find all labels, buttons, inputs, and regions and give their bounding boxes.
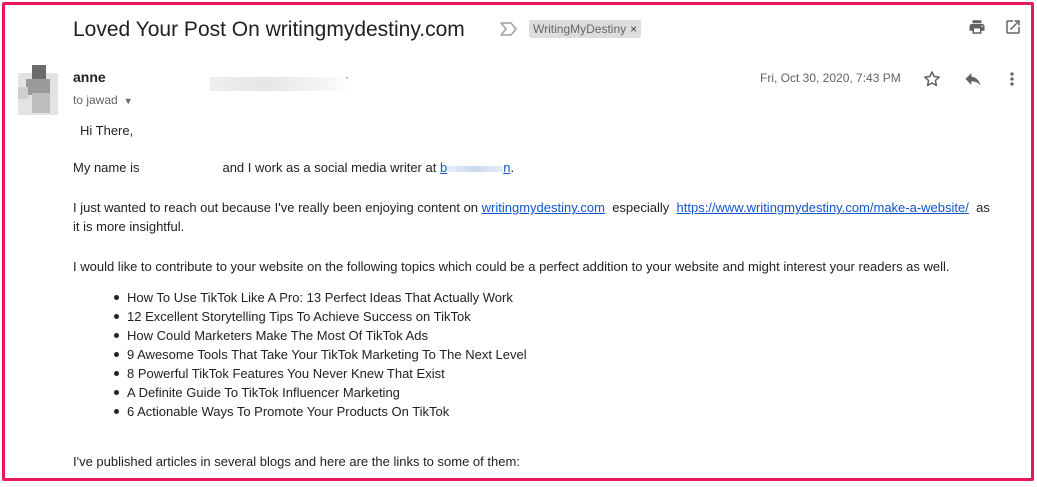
recipient-line[interactable]: to jawad ▼ — [73, 93, 133, 107]
reach-text-1: I just wanted to reach out because I've … — [73, 200, 479, 215]
importance-marker-icon[interactable] — [500, 22, 518, 41]
email-frame: Loved Your Post On writingmydestiny.com … — [2, 2, 1034, 481]
avatar[interactable] — [18, 65, 58, 115]
published-paragraph: I've published articles in several blogs… — [73, 454, 520, 469]
print-icon[interactable] — [968, 18, 986, 41]
more-vert-icon[interactable] — [1004, 69, 1020, 94]
reach-text-3: as — [976, 200, 990, 215]
chevron-down-icon[interactable]: ▼ — [124, 96, 133, 106]
company-redacted — [447, 166, 504, 172]
intro-text-1: My name is — [73, 160, 140, 175]
greeting: Hi There, — [80, 123, 134, 138]
list-item: How To Use TikTok Like A Pro: 13 Perfect… — [109, 288, 527, 307]
intro-line: My name is and I work as a social media w… — [73, 160, 514, 175]
star-outline-icon[interactable] — [922, 69, 942, 94]
reply-icon[interactable] — [963, 69, 983, 94]
list-item: 12 Excellent Storytelling Tips To Achiev… — [109, 307, 527, 326]
sender-name[interactable]: anne — [73, 69, 106, 85]
contribute-paragraph: I would like to contribute to your websi… — [73, 259, 950, 274]
open-in-new-icon[interactable] — [1004, 18, 1022, 41]
topics-list: How To Use TikTok Like A Pro: 13 Perfect… — [109, 288, 527, 421]
list-item: How Could Marketers Make The Most Of Tik… — [109, 326, 527, 345]
label-chip[interactable]: WritingMyDestiny × — [529, 20, 642, 38]
message-date: Fri, Oct 30, 2020, 7:43 PM — [760, 71, 901, 85]
list-item: A Definite Guide To TikTok Influencer Ma… — [109, 383, 527, 402]
list-item: 6 Actionable Ways To Promote Your Produc… — [109, 402, 527, 421]
intro-end: . — [510, 160, 515, 175]
email-subject: Loved Your Post On writingmydestiny.com — [73, 18, 465, 41]
name-redacted — [139, 163, 222, 175]
intro-text-2: and I work as a social media writer at — [222, 160, 437, 175]
reach-out-line: I just wanted to reach out because I've … — [73, 200, 990, 215]
company-link[interactable]: bn — [440, 160, 510, 175]
remove-label-icon[interactable]: × — [630, 22, 637, 36]
reach-text-2: especially — [612, 200, 670, 215]
recipient-text: to jawad — [73, 93, 118, 107]
post-link[interactable]: https://www.writingmydestiny.com/make-a-… — [677, 200, 969, 215]
sender-email-redacted — [210, 77, 350, 91]
reach-out-line-2: it is more insightful. — [73, 219, 185, 234]
list-item: 8 Powerful TikTok Features You Never Kne… — [109, 364, 527, 383]
list-item: 9 Awesome Tools That Take Your TikTok Ma… — [109, 345, 527, 364]
sender-email-end: · — [345, 70, 349, 84]
label-text: WritingMyDestiny — [533, 22, 627, 36]
site-link[interactable]: writingmydestiny.com — [482, 200, 605, 215]
